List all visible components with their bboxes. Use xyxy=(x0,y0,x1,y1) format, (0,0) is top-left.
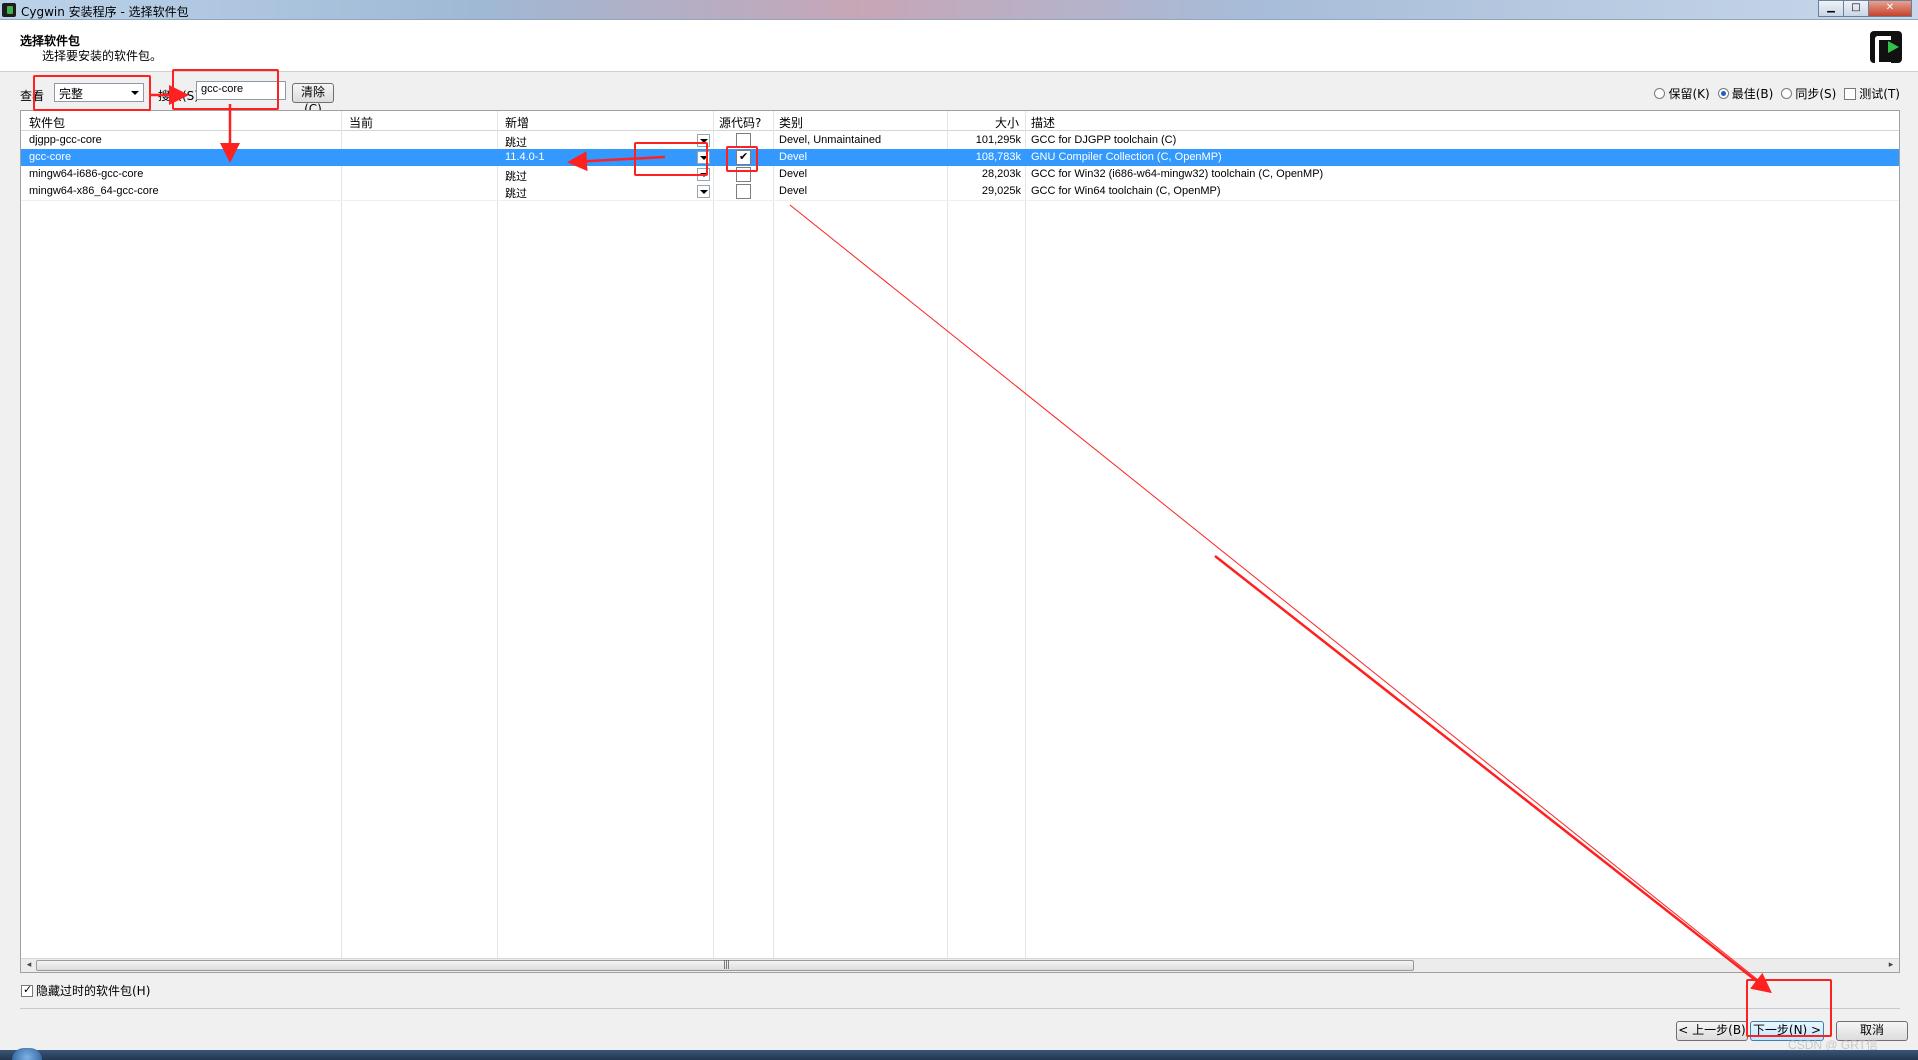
window-controls: ▁ □ ✕ xyxy=(1818,0,1912,17)
wizard-header: 选择软件包 选择要安装的软件包。 xyxy=(0,20,1918,72)
radio-keep-dot xyxy=(1654,88,1666,99)
clear-button[interactable]: 清除(C) xyxy=(292,83,334,116)
column-divider xyxy=(713,111,714,960)
annotation-box-search xyxy=(172,69,279,110)
taskbar xyxy=(0,1050,1918,1060)
col-category[interactable]: 类别 xyxy=(779,114,803,131)
scroll-right-icon[interactable]: ▸ xyxy=(1885,960,1897,971)
col-size[interactable]: 大小 xyxy=(995,114,1019,131)
table-header: 软件包 当前 新增 源代码? 类别 大小 描述 xyxy=(21,111,1899,131)
test-checkbox[interactable]: 测试(T) xyxy=(1844,85,1900,102)
annotation-box-view xyxy=(33,75,151,111)
col-description[interactable]: 描述 xyxy=(1031,114,1055,131)
grip-icon: ||| xyxy=(723,960,730,970)
table-row[interactable]: mingw64-x86_64-gcc-core 跳过 Devel 29,025k… xyxy=(21,183,1899,200)
description: GCC for Win32 (i686-w64-mingw32) toolcha… xyxy=(1031,168,1324,180)
col-package[interactable]: 软件包 xyxy=(29,114,65,131)
radio-best-dot xyxy=(1717,88,1729,99)
radio-sync-label: 同步(S) xyxy=(1795,87,1837,101)
title-bar: Cygwin 安装程序 - 选择软件包 ▁ □ ✕ xyxy=(0,0,1918,20)
update-mode-radios: 保留(K) 最佳(B) 同步(S) 测试(T) xyxy=(1654,85,1900,102)
test-checkbox-box xyxy=(1844,87,1857,100)
cygwin-app-icon xyxy=(2,3,16,17)
category: Devel xyxy=(779,185,808,197)
table-row[interactable]: mingw64-i686-gcc-core 跳过 Devel 28,203k G… xyxy=(21,166,1899,183)
radio-keep-label: 保留(K) xyxy=(1668,87,1710,101)
footer-divider xyxy=(20,1008,1900,1009)
minimize-button[interactable]: ▁ xyxy=(1818,0,1844,17)
new-version[interactable]: 11.4.0-1 xyxy=(505,151,545,163)
description: GCC for DJGPP toolchain (C) xyxy=(1031,134,1177,146)
hide-obsolete-label: 隐藏过时的软件包(H) xyxy=(36,984,151,998)
radio-sync[interactable]: 同步(S) xyxy=(1781,85,1836,102)
table-row[interactable]: djgpp-gcc-core 跳过 Devel, Unmaintained 10… xyxy=(21,132,1899,149)
hide-obsolete-checkbox[interactable]: 隐藏过时的软件包(H) xyxy=(21,982,150,999)
annotation-box-source xyxy=(726,146,758,172)
hide-obsolete-box xyxy=(21,983,33,997)
col-current[interactable]: 当前 xyxy=(349,114,373,131)
annotation-box-version xyxy=(634,142,708,176)
package-name: mingw64-x86_64-gcc-core xyxy=(29,185,159,197)
close-button[interactable]: ✕ xyxy=(1868,0,1912,17)
size: 108,783k xyxy=(975,151,1021,163)
column-divider xyxy=(947,111,948,960)
size: 101,295k xyxy=(975,134,1021,146)
cygwin-logo-icon xyxy=(1870,31,1902,66)
size: 28,203k xyxy=(981,168,1021,180)
start-orb-icon[interactable] xyxy=(12,1048,42,1060)
scrollbar-thumb[interactable]: ||| xyxy=(36,960,1414,971)
category: Devel, Unmaintained xyxy=(779,134,882,146)
annotation-box-next xyxy=(1746,979,1832,1037)
radio-sync-dot xyxy=(1781,88,1793,99)
category: Devel xyxy=(779,168,808,180)
column-divider xyxy=(1025,111,1026,960)
test-checkbox-label: 测试(T) xyxy=(1859,87,1900,101)
package-name: gcc-core xyxy=(29,151,72,163)
category: Devel xyxy=(779,151,808,163)
size: 29,025k xyxy=(981,185,1021,197)
horizontal-scrollbar[interactable]: ◂ ||| ▸ xyxy=(21,958,1899,972)
col-source[interactable]: 源代码? xyxy=(719,114,761,131)
column-divider xyxy=(497,111,498,960)
column-divider xyxy=(341,111,342,960)
package-name: mingw64-i686-gcc-core xyxy=(29,168,144,180)
chevron-down-icon[interactable] xyxy=(697,185,710,198)
col-new[interactable]: 新增 xyxy=(505,114,529,131)
description: GNU Compiler Collection (C, OpenMP) xyxy=(1031,151,1222,163)
column-divider xyxy=(773,111,774,960)
new-version[interactable]: 跳过 xyxy=(505,185,527,201)
description: GCC for Win64 toolchain (C, OpenMP) xyxy=(1031,185,1221,197)
source-checkbox[interactable] xyxy=(736,184,751,199)
window-title: Cygwin 安装程序 - 选择软件包 xyxy=(21,5,189,19)
scroll-left-icon[interactable]: ◂ xyxy=(23,960,35,971)
back-button[interactable]: < 上一步(B) xyxy=(1676,1021,1748,1041)
new-version[interactable]: 跳过 xyxy=(505,134,527,150)
radio-best-label: 最佳(B) xyxy=(1731,87,1774,101)
radio-keep[interactable]: 保留(K) xyxy=(1654,85,1710,102)
radio-best[interactable]: 最佳(B) xyxy=(1717,85,1774,102)
table-row-selected[interactable]: gcc-core 11.4.0-1 Devel 108,783k GNU Com… xyxy=(21,149,1899,166)
new-version[interactable]: 跳过 xyxy=(505,168,527,184)
page-subtitle: 选择要安装的软件包。 xyxy=(42,49,163,63)
maximize-button[interactable]: □ xyxy=(1843,0,1869,17)
row-divider xyxy=(21,200,1899,201)
package-name: djgpp-gcc-core xyxy=(29,134,102,146)
package-table: 软件包 当前 新增 源代码? 类别 大小 描述 djgpp-gcc-core 跳… xyxy=(20,110,1900,973)
